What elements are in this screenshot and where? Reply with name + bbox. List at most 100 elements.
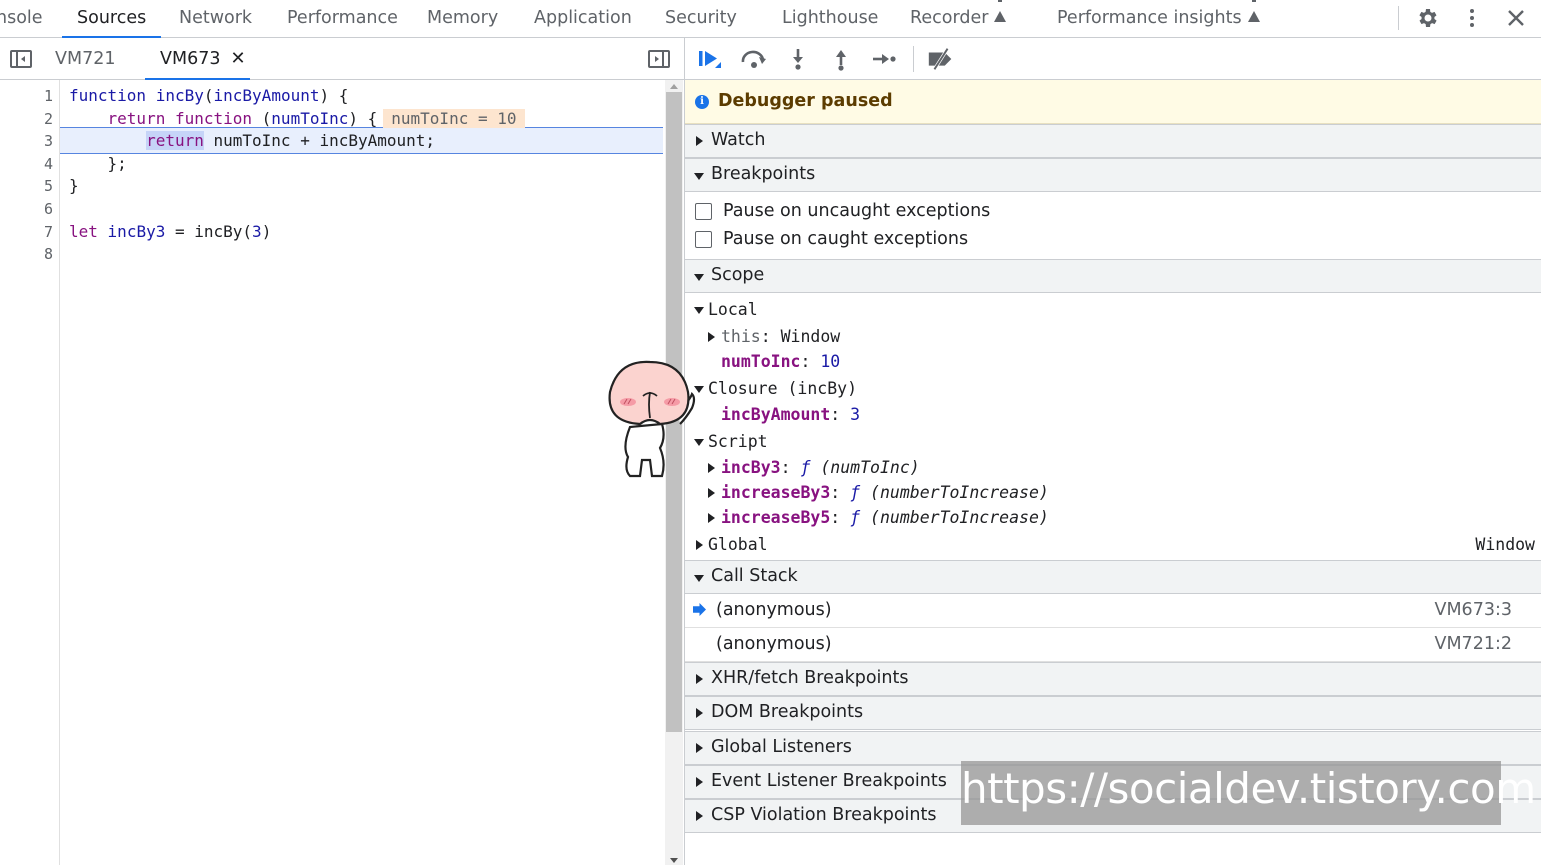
call-frame-location[interactable]: VM673:3 (1434, 600, 1512, 620)
watermark-text: https://socialdev.tistory.com (961, 764, 1536, 813)
source-panel: VM721 VM673 ✕ 1 2 3 4 5 6 7 8 function in… (0, 38, 685, 865)
scope-local[interactable]: Local (708, 297, 758, 322)
tab-console[interactable]: nsole (0, 0, 43, 38)
section-global-listeners[interactable]: Global Listeners (685, 731, 1541, 765)
kebab-menu-icon[interactable] (1458, 4, 1486, 32)
step-over-icon[interactable] (739, 46, 769, 72)
call-frame-name: (anonymous) (716, 634, 832, 654)
expand-arrow-icon (696, 708, 703, 718)
expand-arrow-icon[interactable] (708, 488, 715, 498)
section-xhr-label: XHR/fetch Breakpoints (711, 668, 909, 688)
file-tab-vm673[interactable]: VM673 ✕ (145, 38, 250, 80)
call-frame-current[interactable]: (anonymous) VM673:3 (685, 594, 1541, 628)
pause-uncaught-label[interactable]: Pause on uncaught exceptions (723, 201, 990, 221)
line-number[interactable]: 8 (44, 243, 53, 266)
resume-icon[interactable] (695, 46, 725, 72)
line-number[interactable]: 3 (44, 130, 53, 153)
scope-numToInc[interactable]: numToInc: 10 (721, 349, 840, 374)
expand-arrow-icon (696, 811, 703, 821)
expand-arrow-icon[interactable] (708, 463, 715, 473)
expand-arrow-icon (696, 674, 703, 684)
file-tab-vm721[interactable]: VM721 (55, 38, 115, 80)
watermark: https://socialdev.tistory.com (961, 761, 1536, 825)
pause-uncaught-checkbox[interactable] (695, 203, 712, 220)
scope-incBy3[interactable]: incBy3: ƒ (numToInc) (721, 455, 920, 480)
debugger-paused-text: Debugger paused (718, 91, 893, 111)
section-call-stack-label: Call Stack (711, 566, 798, 586)
line-number[interactable]: 6 (44, 198, 53, 221)
close-icon[interactable] (1502, 4, 1530, 32)
show-debugger-icon[interactable] (648, 50, 670, 68)
show-navigator-icon[interactable] (10, 50, 32, 68)
close-tab-icon[interactable]: ✕ (230, 48, 245, 69)
tab-memory[interactable]: Memory (427, 0, 498, 38)
scope-incByAmount[interactable]: incByAmount: 3 (721, 402, 860, 427)
expand-arrow-icon[interactable] (696, 540, 703, 550)
section-watch[interactable]: Watch (685, 124, 1541, 158)
line-number[interactable]: 2 (44, 108, 53, 131)
scope-increaseBy5[interactable]: increaseBy5: ƒ (numberToIncrease) (721, 505, 1049, 530)
step-into-icon[interactable] (783, 46, 813, 72)
debugger-toolbar (685, 38, 1541, 80)
section-dom-breakpoints[interactable]: DOM Breakpoints (685, 696, 1541, 730)
collapse-arrow-icon (694, 173, 704, 180)
tab-lighthouse[interactable]: Lighthouse (782, 0, 878, 38)
debugger-sidebar: i Debugger paused Watch Breakpoints Paus… (685, 38, 1541, 865)
expand-arrow-icon (696, 777, 703, 787)
scope-global-value: Window (1475, 535, 1535, 554)
scope-script[interactable]: Script (708, 429, 768, 454)
line-number-gutter[interactable]: 1 2 3 4 5 6 7 8 (0, 80, 60, 865)
tab-sources[interactable]: Sources (62, 0, 162, 38)
section-scope[interactable]: Scope (685, 259, 1541, 293)
code-line-4: }; (69, 153, 127, 173)
gear-icon[interactable] (1414, 4, 1442, 32)
expand-arrow-icon (696, 136, 703, 146)
line-number[interactable]: 7 (44, 221, 53, 244)
inline-value-numToInc: numToInc = 10 (383, 108, 525, 128)
deactivate-breakpoints-icon[interactable] (926, 46, 956, 72)
code-line-1: function incBy(incByAmount) { (69, 86, 349, 105)
tab-performance-insights[interactable]: Performance insights (1057, 0, 1260, 38)
pause-caught-label[interactable]: Pause on caught exceptions (723, 229, 968, 249)
scope-increaseBy3[interactable]: increaseBy3: ƒ (numberToIncrease) (721, 480, 1049, 505)
section-event-listener-label: Event Listener Breakpoints (711, 771, 947, 791)
tab-network[interactable]: Network (179, 0, 252, 38)
section-csp-label: CSP Violation Breakpoints (711, 805, 937, 825)
call-frame-location[interactable]: VM721:2 (1434, 634, 1512, 654)
code-line-7: let incBy3 = incBy(3) (69, 221, 272, 241)
line-number[interactable]: 5 (44, 175, 53, 198)
section-call-stack[interactable]: Call Stack (685, 560, 1541, 594)
scroll-down-arrow-icon[interactable] (670, 858, 678, 863)
scroll-up-arrow-icon[interactable] (670, 84, 678, 89)
scope-closure[interactable]: Closure (incBy) (708, 376, 857, 401)
expand-arrow-icon[interactable] (708, 332, 715, 342)
tab-performance[interactable]: Performance (287, 0, 398, 38)
pause-caught-checkbox[interactable] (695, 231, 712, 248)
tab-application[interactable]: Application (534, 0, 632, 38)
code-line-5: } (69, 176, 79, 196)
scope-global[interactable]: Global (708, 532, 768, 557)
scope-this[interactable]: this: Window (721, 324, 840, 349)
devtools-tab-bar: nsole Sources Network Performance Memory… (0, 0, 1541, 38)
step-icon[interactable] (869, 46, 899, 72)
section-breakpoints[interactable]: Breakpoints (685, 158, 1541, 192)
line-number[interactable]: 4 (44, 153, 53, 176)
peach-mascot-sticker (600, 352, 705, 482)
call-frame[interactable]: (anonymous) VM721:2 (685, 628, 1541, 662)
toolbar-divider (1398, 6, 1399, 30)
file-tab-vm673-label: VM673 (160, 49, 221, 69)
line-number[interactable]: 1 (44, 85, 53, 108)
step-out-icon[interactable] (826, 46, 856, 72)
expand-arrow-icon[interactable] (708, 513, 715, 523)
tab-recorder[interactable]: Recorder (910, 0, 1007, 38)
paused-statement: return (146, 131, 204, 151)
tab-security[interactable]: Security (665, 0, 737, 38)
call-frame-name: (anonymous) (716, 600, 832, 620)
collapse-arrow-icon (694, 274, 704, 281)
section-xhr-breakpoints[interactable]: XHR/fetch Breakpoints (685, 662, 1541, 696)
code-editor[interactable]: function incBy(incByAmount) { return fun… (60, 80, 663, 865)
collapse-arrow-icon (694, 575, 704, 582)
collapse-arrow-icon[interactable] (694, 307, 704, 314)
toolbar-divider (913, 46, 914, 72)
section-global-listeners-label: Global Listeners (711, 737, 852, 757)
